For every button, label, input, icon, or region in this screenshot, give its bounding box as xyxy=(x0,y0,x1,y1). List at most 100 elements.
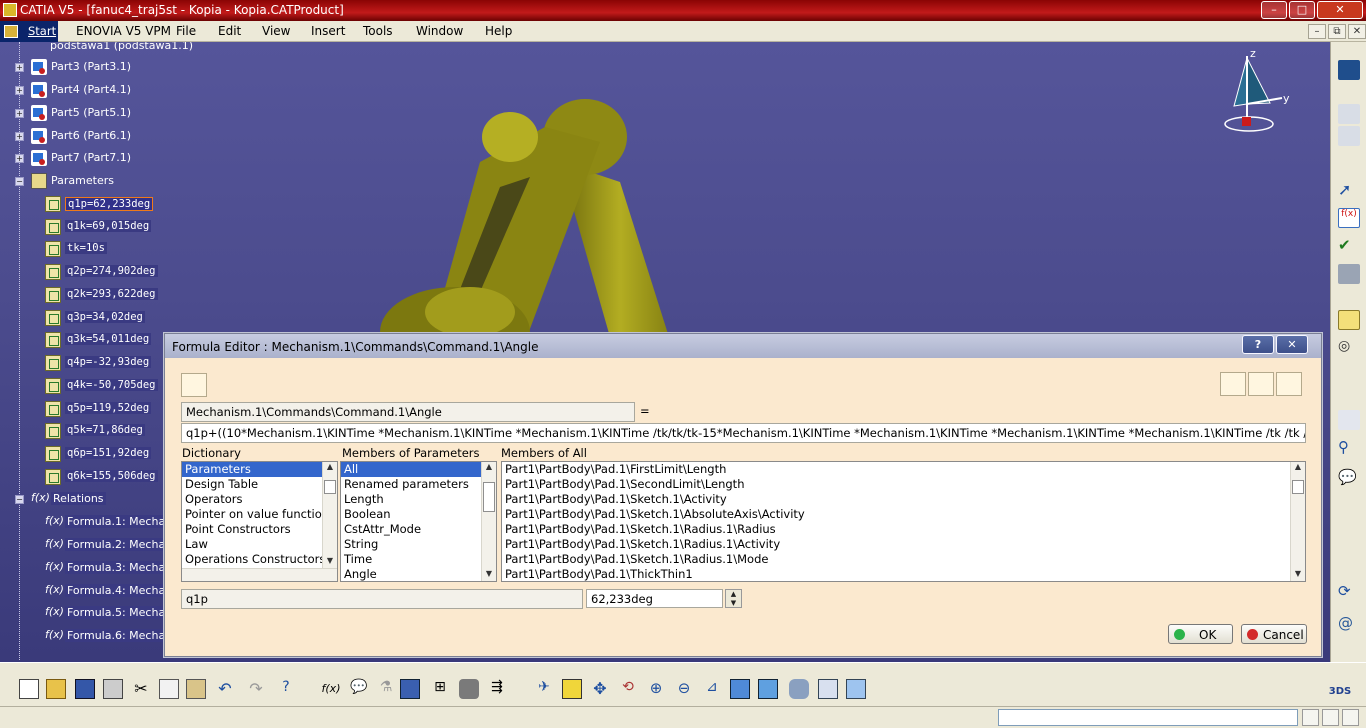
menu-help[interactable]: Help xyxy=(485,24,512,38)
list-item[interactable]: Parameters xyxy=(182,462,337,477)
tree-expander[interactable]: + xyxy=(15,132,24,141)
pan-icon[interactable]: ✥ xyxy=(590,679,610,699)
dialog-close-button[interactable]: ✕ xyxy=(1276,335,1308,354)
list-item[interactable]: Part1\PartBody\Pad.1\Sketch.1\Radius.1\R… xyxy=(502,522,1305,537)
list-item[interactable]: Angle xyxy=(341,567,496,581)
normal-view-icon[interactable]: ⊿ xyxy=(702,679,722,699)
iso-view-icon[interactable] xyxy=(758,679,778,699)
scroll-thumb[interactable] xyxy=(1292,480,1304,494)
formula-icon[interactable]: f(x) xyxy=(321,679,341,699)
scroll-down-icon[interactable]: ▼ xyxy=(1291,569,1305,581)
list-item[interactable]: Part1\PartBody\Pad.1\ThickThin1 xyxy=(502,567,1305,581)
swap-icon[interactable] xyxy=(818,679,838,699)
scroll-down-icon[interactable]: ▼ xyxy=(323,556,337,568)
list-item[interactable]: Part1\PartBody\Pad.1\FirstLimit\Length xyxy=(502,462,1305,477)
scroll-down-icon[interactable]: ▼ xyxy=(482,569,496,581)
scroll-thumb[interactable] xyxy=(324,480,336,494)
paste-icon[interactable] xyxy=(186,679,206,699)
analysis-icon[interactable]: ⇶ xyxy=(487,679,507,699)
mdi-close-button[interactable]: ✕ xyxy=(1348,24,1366,39)
command-input[interactable] xyxy=(998,709,1298,726)
list-item[interactable]: Part1\PartBody\Pad.1\Sketch.1\Radius.1\M… xyxy=(502,552,1305,567)
menu-insert[interactable]: Insert xyxy=(311,24,345,38)
print-icon[interactable] xyxy=(103,679,123,699)
members-params-list[interactable]: All Renamed parameters Length Boolean Cs… xyxy=(340,461,497,582)
mdi-restore-button[interactable]: ⧉ xyxy=(1328,24,1346,39)
status-button[interactable] xyxy=(1302,709,1319,726)
cancel-button[interactable]: Cancel xyxy=(1241,624,1307,644)
hierarchy-icon[interactable]: ⊞ xyxy=(430,679,450,699)
list-item[interactable]: Boolean xyxy=(341,507,496,522)
menu-tools[interactable]: Tools xyxy=(363,24,393,38)
check-icon[interactable]: ✔ xyxy=(1338,236,1360,256)
list-item[interactable]: Point Constructors xyxy=(182,522,337,537)
incremental-icon[interactable] xyxy=(181,373,207,397)
members-all-list[interactable]: Part1\PartBody\Pad.1\FirstLimit\Length P… xyxy=(501,461,1306,582)
render-icon[interactable] xyxy=(846,679,866,699)
dictionary-scrollbar[interactable]: ▲ ▼ xyxy=(322,462,337,568)
selected-member-value[interactable]: 62,233deg xyxy=(586,589,723,608)
workbench-icon[interactable] xyxy=(1338,60,1360,80)
catalog-icon[interactable] xyxy=(459,679,479,699)
menu-file[interactable]: File xyxy=(176,24,196,38)
table-icon[interactable] xyxy=(400,679,420,699)
spiral-icon[interactable]: @ xyxy=(1338,614,1360,634)
reaction-icon[interactable]: ◎ xyxy=(1338,338,1360,358)
note-icon[interactable] xyxy=(1338,310,1360,330)
list-item[interactable]: Part1\PartBody\Pad.1\SecondLimit\Length xyxy=(502,477,1305,492)
dictionary-hscrollbar[interactable] xyxy=(182,568,337,581)
tool-placeholder-icon[interactable] xyxy=(1338,104,1360,124)
menu-window[interactable]: Window xyxy=(416,24,463,38)
maximize-button[interactable]: □ xyxy=(1289,1,1315,19)
tree-expander[interactable]: + xyxy=(15,86,24,95)
copy-icon[interactable] xyxy=(159,679,179,699)
fit-all-icon[interactable] xyxy=(562,679,582,699)
knowledge-icon[interactable]: ⚗ xyxy=(376,679,396,699)
menu-enovia[interactable]: ENOVIA V5 VPM xyxy=(76,24,171,38)
ok-button[interactable]: OK xyxy=(1168,624,1233,644)
rotate-icon[interactable]: ⟲ xyxy=(618,679,638,699)
minimize-button[interactable]: – xyxy=(1261,1,1287,19)
tree-expander[interactable]: + xyxy=(15,154,24,163)
redo-icon[interactable]: ↷ xyxy=(246,679,266,699)
list-item[interactable]: Pointer on value function xyxy=(182,507,337,522)
menu-edit[interactable]: Edit xyxy=(218,24,241,38)
comment-icon[interactable]: 💬 xyxy=(349,679,369,699)
comment-icon[interactable] xyxy=(1248,372,1274,396)
fly-icon[interactable]: ✈ xyxy=(534,679,554,699)
parameters-icon[interactable] xyxy=(1338,410,1360,430)
spin-up-icon[interactable]: ▲ xyxy=(726,590,741,599)
undo-icon[interactable]: ↶ xyxy=(215,679,235,699)
multi-view-icon[interactable] xyxy=(730,679,750,699)
list-item[interactable]: Part1\PartBody\Pad.1\Sketch.1\Radius.1\A… xyxy=(502,537,1305,552)
list-item[interactable]: Law xyxy=(182,537,337,552)
hide-show-icon[interactable] xyxy=(789,679,809,699)
list-item[interactable]: Operators xyxy=(182,492,337,507)
list-item[interactable]: Design Table xyxy=(182,477,337,492)
close-button[interactable]: ✕ xyxy=(1317,1,1363,19)
tree-expander[interactable]: − xyxy=(15,177,24,186)
compass-widget[interactable]: z y xyxy=(1222,48,1292,138)
formula-input[interactable]: q1p+((10*Mechanism.1\KINTime *Mechanism.… xyxy=(181,423,1306,443)
members-all-scrollbar[interactable]: ▲ ▼ xyxy=(1290,462,1305,581)
list-item[interactable]: Time xyxy=(341,552,496,567)
scroll-up-icon[interactable]: ▲ xyxy=(323,462,337,474)
list-item[interactable]: Renamed parameters xyxy=(341,477,496,492)
menu-view[interactable]: View xyxy=(262,24,290,38)
cut-icon[interactable]: ✂ xyxy=(131,679,151,699)
tree-expander[interactable]: + xyxy=(15,109,24,118)
zoom-out-icon[interactable]: ⊖ xyxy=(674,679,694,699)
save-icon[interactable] xyxy=(75,679,95,699)
loop-icon[interactable]: ⟳ xyxy=(1338,582,1360,602)
erase-icon[interactable] xyxy=(1276,372,1302,396)
scroll-thumb[interactable] xyxy=(483,482,495,512)
rule-icon[interactable] xyxy=(1338,264,1360,284)
fx-formula-icon[interactable]: f(x) xyxy=(1338,208,1360,228)
list-item[interactable]: String xyxy=(341,537,496,552)
list-item[interactable]: All xyxy=(341,462,496,477)
status-button[interactable] xyxy=(1322,709,1339,726)
measure-icon[interactable] xyxy=(1220,372,1246,396)
start-menu[interactable]: Start xyxy=(0,21,58,42)
list-item[interactable]: Part1\PartBody\Pad.1\Sketch.1\Activity xyxy=(502,492,1305,507)
list-item[interactable]: CstAttr_Mode xyxy=(341,522,496,537)
